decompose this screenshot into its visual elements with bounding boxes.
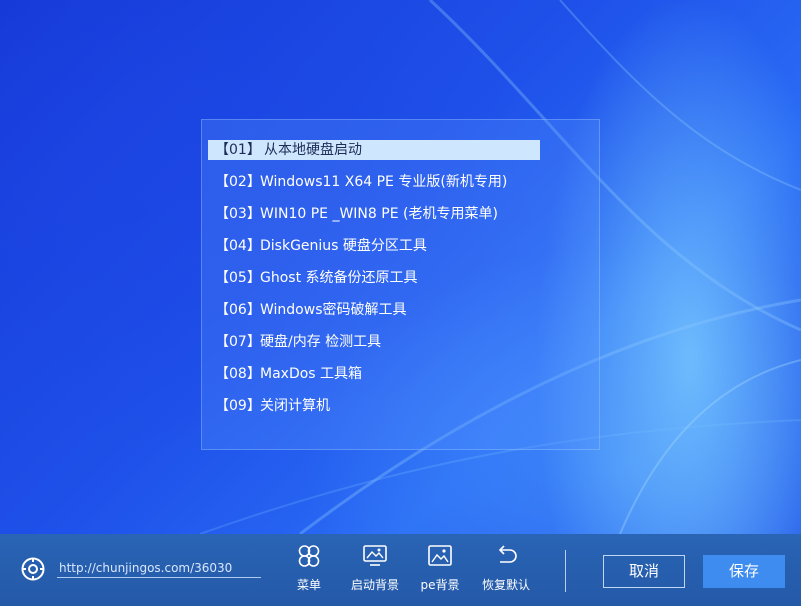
restore-default-button[interactable]: 恢复默认 <box>473 544 539 596</box>
menu-item-label: 从本地硬盘启动 <box>264 142 362 158</box>
menu-item-label: MaxDos 工具箱 <box>260 366 363 382</box>
menu-item-number: 【07】 <box>215 334 261 350</box>
menu-item-05[interactable]: 【05】Ghost 系统备份还原工具 <box>208 268 540 288</box>
save-button[interactable]: 保存 <box>703 555 785 588</box>
menu-item-number: 【01】 <box>215 142 261 158</box>
menu-button-label: 菜单 <box>296 578 321 592</box>
menu-item-06[interactable]: 【06】Windows密码破解工具 <box>208 300 540 320</box>
menu-item-number: 【09】 <box>215 398 261 414</box>
menu-item-08[interactable]: 【08】MaxDos 工具箱 <box>208 364 540 384</box>
menu-item-number: 【04】 <box>215 238 261 254</box>
menu-item-number: 【03】 <box>215 206 261 222</box>
menu-item-02[interactable]: 【02】Windows11 X64 PE 专业版(新机专用) <box>208 172 540 192</box>
restore-default-label: 恢复默认 <box>481 578 530 592</box>
cancel-button[interactable]: 取消 <box>603 555 685 588</box>
image-icon <box>428 545 452 566</box>
image-monitor-icon <box>363 545 387 566</box>
menu-item-number: 【02】 <box>215 174 261 190</box>
menu-item-04[interactable]: 【04】DiskGenius 硬盘分区工具 <box>208 236 540 256</box>
toolbar-divider <box>565 550 566 592</box>
boot-background-button[interactable]: 启动背景 <box>342 544 408 596</box>
menu-item-number: 【08】 <box>215 366 261 382</box>
menu-item-07[interactable]: 【07】硬盘/内存 检测工具 <box>208 332 540 352</box>
gear-icon[interactable] <box>20 556 46 582</box>
menu-item-number: 【06】 <box>215 302 261 318</box>
menu-item-label: Ghost 系统备份还原工具 <box>260 270 418 286</box>
menu-item-09[interactable]: 【09】关闭计算机 <box>208 396 540 416</box>
screen: 【01】 从本地硬盘启动 【02】Windows11 X64 PE 专业版(新机专… <box>0 0 801 606</box>
menu-item-label: 硬盘/内存 检测工具 <box>260 334 382 350</box>
menu-item-03[interactable]: 【03】WIN10 PE _WIN8 PE (老机专用菜单) <box>208 204 540 224</box>
menu-item-label: 关闭计算机 <box>260 398 330 414</box>
clover-menu-icon <box>298 545 320 567</box>
menu-item-number: 【05】 <box>215 270 261 286</box>
menu-button[interactable]: 菜单 <box>276 544 342 596</box>
pe-background-label: pe背景 <box>420 578 460 592</box>
bottom-toolbar: http://chunjingos.com/36030 菜单 启动背景 pe背景… <box>0 534 801 606</box>
boot-menu-panel: 【01】 从本地硬盘启动 【02】Windows11 X64 PE 专业版(新机专… <box>201 119 600 450</box>
boot-background-label: 启动背景 <box>350 578 399 592</box>
menu-item-01[interactable]: 【01】 从本地硬盘启动 <box>208 140 540 160</box>
menu-item-label: Windows11 X64 PE 专业版(新机专用) <box>260 174 508 190</box>
undo-arrow-icon <box>498 545 517 563</box>
menu-item-label: Windows密码破解工具 <box>260 302 407 318</box>
menu-item-label: DiskGenius 硬盘分区工具 <box>260 238 427 254</box>
url-input[interactable]: http://chunjingos.com/36030 <box>57 558 261 578</box>
pe-background-button[interactable]: pe背景 <box>407 544 473 596</box>
menu-item-label: WIN10 PE _WIN8 PE (老机专用菜单) <box>260 206 498 222</box>
